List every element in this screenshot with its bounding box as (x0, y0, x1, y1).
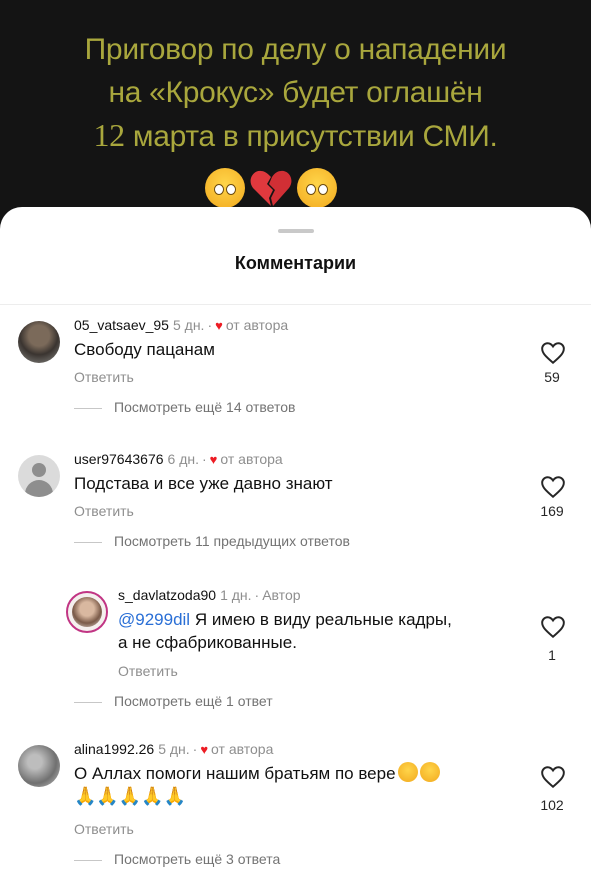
comment-text-line: а не сфабрикованные. (118, 633, 297, 652)
headline-line-2: на «Крокус» будет оглашён (108, 76, 483, 109)
view-replies-button[interactable]: Посмотреть ещё 3 ответа (74, 851, 280, 867)
comment-username[interactable]: s_davlatzoda90 (118, 587, 216, 603)
view-replies-label: Посмотреть ещё 3 ответа (114, 851, 281, 867)
post-emoji-row (205, 168, 337, 208)
comment-text-line: Я имею в виду реальные кадры, (190, 610, 452, 629)
like-count: 59 (544, 369, 560, 385)
view-replies-label: Посмотреть ещё 14 ответов (114, 399, 296, 415)
headline-number: 12 (93, 117, 125, 153)
headline-line-3: 12 марта в присутствии СМИ. (20, 114, 571, 158)
comment-username[interactable]: alina1992.26 (74, 741, 154, 757)
comment-username[interactable]: user97643676 (74, 451, 164, 467)
comment-time: 5 дн. (158, 741, 190, 757)
avatar[interactable] (66, 591, 108, 633)
like-heart-icon[interactable] (540, 341, 566, 365)
author-liked-heart-icon: ♥ (209, 452, 218, 467)
broken-heart-emoji-icon (249, 168, 293, 208)
comment-text: Свободу пацанам (74, 340, 215, 359)
view-replies-button[interactable]: Посмотреть 11 предыдущих ответов (74, 533, 350, 549)
author-tag: от автора (225, 317, 289, 333)
avatar[interactable] (18, 321, 60, 363)
pleading-face-emoji-icon (397, 762, 418, 782)
author-tag: Автор (262, 587, 301, 603)
sheet-title: Комментарии (234, 253, 357, 273)
praying-hands-emoji-row: 🙏🙏🙏🙏🙏 (74, 786, 187, 806)
divider (0, 304, 591, 305)
like-count: 169 (540, 503, 564, 519)
comment-time: 5 дн. (172, 317, 205, 333)
reply-button[interactable]: Ответить (74, 821, 134, 837)
reply-button[interactable]: Ответить (74, 369, 134, 385)
comment-time: 6 дн. (167, 451, 199, 467)
reply-button[interactable]: Ответить (118, 663, 178, 679)
comment-time: 1 дн. (220, 587, 252, 603)
author-liked-heart-icon: ♥ (200, 742, 209, 757)
avatar[interactable] (18, 455, 60, 497)
author-tag: от автора (220, 451, 283, 467)
like-count: 1 (548, 647, 556, 663)
like-heart-icon[interactable] (540, 475, 566, 499)
like-count: 102 (540, 797, 564, 813)
sheet-drag-handle[interactable] (278, 229, 314, 233)
author-tag: от автора (211, 741, 274, 757)
mention-link[interactable]: @9299dil (118, 610, 190, 629)
comment-meta: alina1992.26 5 дн. · ♥ от автора (74, 741, 274, 757)
author-liked-heart-icon: ♥ (215, 318, 223, 333)
post-headline: Приговор по делу о нападении на «Крокус»… (20, 28, 571, 158)
view-replies-button[interactable]: Посмотреть ещё 1 ответ (74, 693, 273, 709)
sad-face-emoji-icon (419, 762, 440, 782)
comments-sheet: Комментарии 05_vatsaev_95 5 дн. · ♥ от автор… (0, 207, 591, 877)
comment-text: О Аллах помоги нашим братьям по вере 🙏🙏🙏… (74, 762, 524, 808)
comment-text: @9299dil Я имею в виду реальные кадры, а… (118, 608, 518, 654)
view-replies-label: Посмотреть 11 предыдущих ответов (114, 533, 350, 549)
comment-text: Подстава и все уже давно знают (74, 474, 333, 493)
comment-username[interactable]: 05_vatsaev_95 (74, 317, 169, 333)
comment-meta: s_davlatzoda90 1 дн. · Автор (118, 587, 301, 603)
headline-line-3-text: марта в присутствии СМИ. (124, 120, 498, 153)
comment-meta: 05_vatsaev_95 5 дн. · ♥ от автора (74, 317, 289, 333)
reply-button[interactable]: Ответить (74, 503, 134, 519)
comment-text-line: О Аллах помоги нашим братьям по вере (74, 764, 396, 783)
pleading-face-emoji-icon (297, 168, 337, 208)
like-heart-icon[interactable] (540, 615, 566, 639)
like-heart-icon[interactable] (540, 765, 566, 789)
pleading-face-emoji-icon (205, 168, 245, 208)
headline-line-1: Приговор по делу о нападении (84, 33, 507, 66)
comment-meta: user97643676 6 дн. · ♥ от автора (74, 451, 283, 467)
avatar[interactable] (18, 745, 60, 787)
view-replies-button[interactable]: Посмотреть ещё 14 ответов (74, 399, 295, 415)
view-replies-label: Посмотреть ещё 1 ответ (114, 693, 273, 709)
